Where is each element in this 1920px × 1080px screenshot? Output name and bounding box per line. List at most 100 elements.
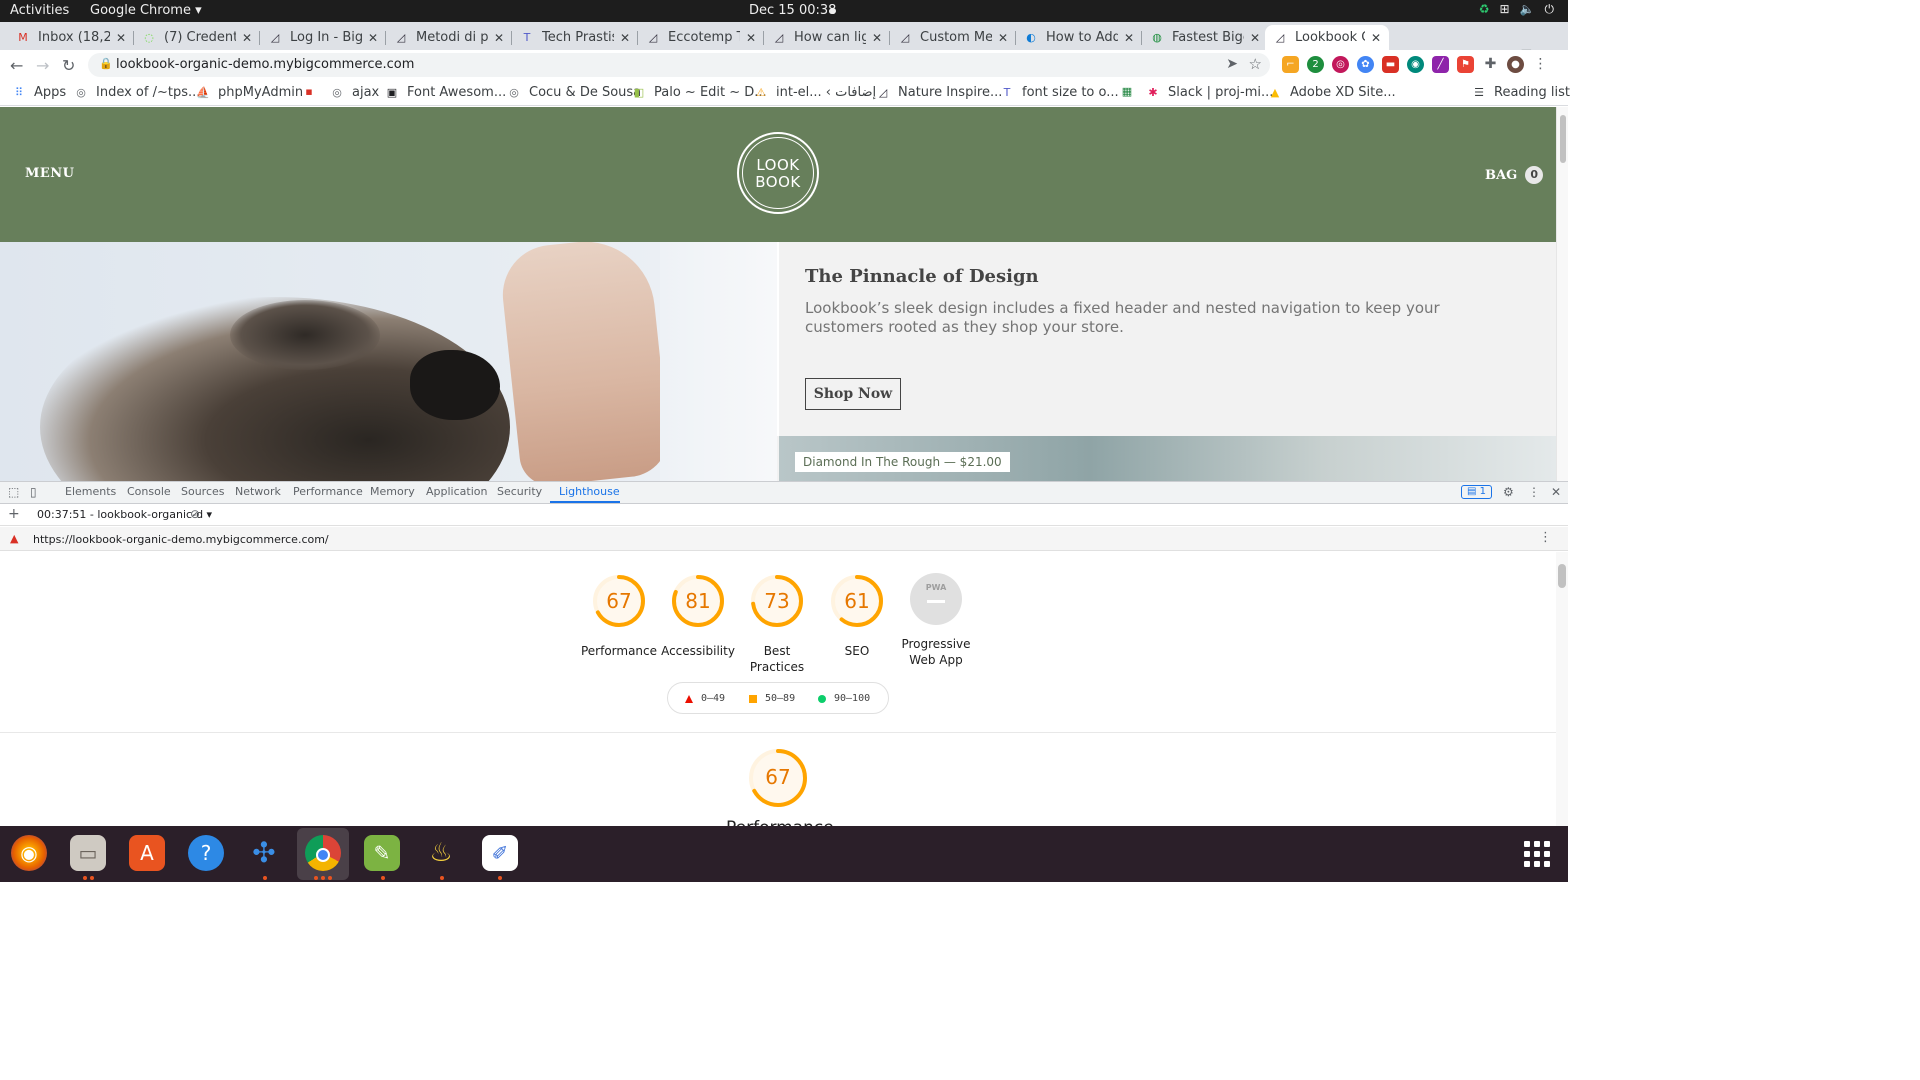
devtools-tab-security[interactable]: Security [497,485,542,498]
tab-3[interactable]: ◿ Metodi di pa ✕ [386,25,512,50]
device-toolbar-icon[interactable]: ▯ [30,485,37,499]
bookmark-item[interactable]: ⚠ int-el... ‹ إضافات [754,85,876,100]
devtools-tab-elements[interactable]: Elements [65,485,116,498]
url-text[interactable]: lookbook-organic-demo.mybigcommerce.com [116,57,414,72]
update-icon[interactable]: ♻ [1479,2,1490,17]
devtools-tab-lighthouse[interactable]: Lighthouse [559,485,620,498]
bookmark-item[interactable]: ◧ Palo ~ Edit ~ D... [632,85,767,100]
color-picker-icon[interactable]: ✿ [1357,56,1374,73]
extension-icon[interactable]: ⚑ [1457,56,1474,73]
show-apps-icon[interactable] [1524,841,1550,867]
extension-icon[interactable]: ⌐ [1282,56,1299,73]
teapot-icon[interactable]: ♨ [423,835,459,871]
bookmark-item[interactable]: ▦ [1120,85,1142,99]
chrome-icon[interactable] [305,835,341,871]
tab-10[interactable]: ◿ Lookbook Or ✕ [1265,25,1389,50]
help-icon[interactable]: ? [188,835,224,871]
tab-8[interactable]: ◐ How to Add a ✕ [1016,25,1142,50]
report-menu-icon[interactable]: ⋮ [1539,530,1552,545]
report-selector[interactable]: 00:37:51 - lookbook-organic-d ▾ [37,508,212,521]
tab-2[interactable]: ◿ Log In - BigC ✕ [260,25,386,50]
close-tab-icon[interactable]: ✕ [746,31,756,45]
close-tab-icon[interactable]: ✕ [1124,31,1134,45]
shop-now-button[interactable]: Shop Now [805,378,901,410]
tab-6[interactable]: ◿ How can ligh ✕ [764,25,890,50]
reading-list-button[interactable]: ☰ Reading list [1472,85,1570,100]
report-url[interactable]: https://lookbook-organic-demo.mybigcomme… [33,533,329,546]
activities-button[interactable]: Activities [10,3,69,18]
bookmark-item[interactable]: ▲ Adobe XD Site... [1268,85,1396,100]
devtools-scrollbar-thumb[interactable] [1558,564,1566,588]
bookmark-item[interactable]: ◎ Cocu & De Sousa [507,85,641,100]
extension-icon[interactable]: 2 [1307,56,1324,73]
new-report-icon[interactable]: + [8,506,20,522]
puzzle-icon[interactable]: ✚ [1482,56,1499,73]
product-image[interactable]: Diamond In The Rough — $21.00 [779,436,1556,481]
app-menu[interactable]: Google Chrome ▾ [90,3,202,18]
score-gauge-accessibility[interactable]: 81 Accessibility [658,573,738,659]
close-tab-icon[interactable]: ✕ [872,31,882,45]
score-gauge-performance[interactable]: 67 Performance [579,573,659,659]
files-icon[interactable]: ▭ [70,835,106,871]
lock-icon[interactable]: 🔒 [99,57,113,70]
close-tab-icon[interactable]: ✕ [368,31,378,45]
close-tab-icon[interactable]: ✕ [1250,31,1260,45]
extension-icon[interactable]: ╱ [1432,56,1449,73]
product-tag[interactable]: Diamond In The Rough — $21.00 [795,452,1010,472]
devtools-scrollbar[interactable] [1556,552,1568,827]
menu-button[interactable]: MENU [25,166,75,181]
pwa-gauge[interactable]: PWA Progressive Web App [896,573,976,668]
bookmark-item[interactable]: Tfont size to o... [1000,85,1119,100]
reload-icon[interactable]: ↻ [62,56,75,75]
extension-icon[interactable]: ▬ [1382,56,1399,73]
clock[interactable]: Dec 15 00:38 [749,3,836,18]
address-bar[interactable]: 🔒 lookbook-organic-demo.mybigcommerce.co… [88,53,1270,77]
devtools-tab-performance[interactable]: Performance [293,485,363,498]
devtools-tab-network[interactable]: Network [235,485,281,498]
tab-0[interactable]: M Inbox (18,20 ✕ [8,25,134,50]
page-scrollbar[interactable] [1556,107,1568,481]
system-tray[interactable]: ♻ ⊞ 🔈 ⏻ [1479,2,1554,17]
page-scrollbar-thumb[interactable] [1560,115,1566,163]
image-editor-icon[interactable]: ✎ [364,835,400,871]
close-tab-icon[interactable]: ✕ [242,31,252,45]
bookmark-item[interactable]: ✱ Slack | proj-mi... [1146,85,1273,100]
clear-reports-icon[interactable]: ⊘ [190,507,200,521]
devtools-tab-sources[interactable]: Sources [181,485,225,498]
devtools-menu-icon[interactable]: ⋮ [1528,485,1540,499]
bookmark-item[interactable]: ◿ Nature Inspire... [876,85,1003,100]
bookmark-item[interactable]: ▣ Font Awesom... [385,85,506,100]
volume-icon[interactable]: 🔈 [1520,2,1535,17]
close-tab-icon[interactable]: ✕ [494,31,504,45]
profile-avatar[interactable]: ● [1507,56,1524,73]
inspect-element-icon[interactable]: ⬚ [8,485,19,499]
tab-4[interactable]: T Tech Prastish ✕ [512,25,638,50]
firefox-icon[interactable]: ◉ [11,835,47,871]
score-gauge-best-practices[interactable]: 73 Best Practices [737,573,817,675]
devtools-tab-memory[interactable]: Memory [370,485,415,498]
close-devtools-icon[interactable]: ✕ [1551,485,1561,499]
score-gauge-seo[interactable]: 61 SEO [817,573,897,659]
close-tab-icon[interactable]: ✕ [620,31,630,45]
tab-5[interactable]: ◿ Eccotemp Te ✕ [638,25,764,50]
app-icon[interactable]: ✣ [246,835,282,871]
bookmark-item[interactable]: ⛵ phpMyAdmin [196,85,303,100]
send-tab-icon[interactable]: ➤ [1226,56,1238,72]
software-center-icon[interactable]: A [129,835,165,871]
tab-9[interactable]: ◍ Fastest Bigcc ✕ [1142,25,1268,50]
tab-1[interactable]: ◌ (7) Credentia ✕ [134,25,260,50]
chrome-menu-icon[interactable]: ⋮ [1532,56,1549,73]
settings-gear-icon[interactable]: ⚙ [1503,485,1514,499]
network-icon[interactable]: ⊞ [1499,2,1509,17]
bookmark-item[interactable]: ⠿ Apps [12,85,66,100]
bag-button[interactable]: BAG 0 [1485,166,1544,184]
forward-icon[interactable]: → [36,56,49,75]
bookmark-star-icon[interactable]: ☆ [1249,55,1262,73]
close-tab-icon[interactable]: ✕ [998,31,1008,45]
back-icon[interactable]: ← [10,56,23,75]
bookmark-item[interactable]: ◎ Index of /~tps... [74,85,200,100]
site-logo[interactable]: LOOK BOOK [737,132,819,214]
devtools-tab-console[interactable]: Console [127,485,171,498]
bookmark-item[interactable]: ◎ ajax [330,85,379,100]
power-icon[interactable]: ⏻ [1545,2,1555,17]
